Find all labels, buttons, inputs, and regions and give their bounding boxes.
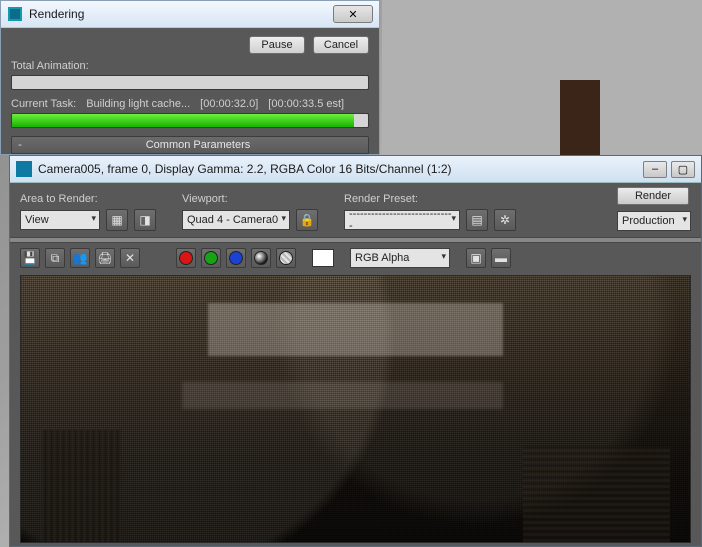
rendering-buttons: Pause Cancel — [11, 36, 369, 54]
toolbar-row-1: Area to Render: View ▦ ◨ Viewport: Quad … — [10, 183, 701, 237]
total-animation-label: Total Animation: — [11, 60, 369, 72]
common-parameters-title: Common Parameters — [28, 139, 368, 151]
clone-icon[interactable]: 👥 — [70, 248, 90, 268]
render-ceiling — [208, 303, 502, 356]
preset-settings-icon[interactable]: ✲ — [494, 209, 516, 231]
toolbar-row-2: 💾 ⧉ 👥 🖨 ✕ RGB Alpha ▣ ▬ — [10, 243, 701, 273]
render-button[interactable]: Render — [617, 187, 689, 205]
viewport-label: Viewport: — [182, 193, 318, 205]
lock-icon[interactable]: 🔒 — [296, 209, 318, 231]
mono-channel-button[interactable] — [251, 248, 271, 268]
minimize-icon: – — [652, 163, 658, 175]
preset-load-icon[interactable]: ▤ — [466, 209, 488, 231]
pause-button[interactable]: Pause — [249, 36, 305, 54]
region-selected-icon[interactable]: ▦ — [106, 209, 128, 231]
green-channel-icon — [204, 251, 218, 265]
render-output — [20, 275, 691, 543]
current-task-text: Building light cache... — [86, 98, 190, 110]
production-select[interactable]: Production — [617, 211, 691, 231]
common-parameters-header[interactable]: - Common Parameters — [11, 136, 369, 154]
close-button[interactable]: ✕ — [333, 5, 373, 23]
green-channel-button[interactable] — [201, 248, 221, 268]
render-preset-select[interactable]: ----------------------------- — [344, 210, 460, 230]
render-preset-group: Render Preset: -------------------------… — [344, 193, 516, 231]
window-controls: – ▢ — [643, 161, 695, 178]
toggle-frame-icon[interactable]: ▬ — [491, 248, 511, 268]
cancel-button[interactable]: Cancel — [313, 36, 369, 54]
current-task-elapsed: [00:00:32.0] — [200, 98, 258, 110]
rendering-dialog: Rendering ✕ Pause Cancel Total Animation… — [0, 0, 380, 155]
color-swatch[interactable] — [312, 249, 334, 267]
viewport-select[interactable]: Quad 4 - Camera0 — [182, 210, 290, 230]
current-task-fill — [12, 114, 354, 127]
framebuffer-body: Area to Render: View ▦ ◨ Viewport: Quad … — [10, 183, 701, 546]
copy-icon[interactable]: ⧉ — [45, 248, 65, 268]
current-task-label: Current Task: — [11, 98, 76, 110]
clear-icon[interactable]: ✕ — [120, 248, 140, 268]
minimize-button[interactable]: – — [643, 161, 667, 178]
rendering-title-bar: Rendering ✕ — [1, 1, 379, 28]
framebuffer-app-icon — [16, 161, 32, 177]
current-task-progress — [11, 113, 369, 128]
render-ceiling-2 — [182, 382, 503, 409]
region-blowup-icon[interactable]: ◨ — [134, 209, 156, 231]
rendering-title: Rendering — [29, 7, 333, 21]
viewport-group: Viewport: Quad 4 - Camera0 🔒 — [182, 193, 318, 231]
red-channel-button[interactable] — [176, 248, 196, 268]
bg-geometry — [382, 0, 702, 160]
toggle-overlay-icon[interactable]: ▣ — [466, 248, 486, 268]
red-channel-icon — [179, 251, 193, 265]
channel-select[interactable]: RGB Alpha — [350, 248, 450, 268]
render-column: Render Production — [617, 187, 691, 231]
total-animation-progress — [11, 75, 369, 90]
framebuffer-title: Camera005, frame 0, Display Gamma: 2.2, … — [38, 162, 643, 176]
app-icon — [7, 6, 23, 22]
mono-channel-icon — [254, 251, 268, 265]
print-icon[interactable]: 🖨 — [95, 248, 115, 268]
alpha-channel-icon — [279, 251, 293, 265]
current-task-estimated: [00:00:33.5 est] — [268, 98, 344, 110]
bg-column — [560, 80, 600, 160]
render-preset-label: Render Preset: — [344, 193, 516, 205]
alpha-channel-button[interactable] — [276, 248, 296, 268]
rendering-body: Pause Cancel Total Animation: Current Ta… — [1, 28, 379, 154]
blue-channel-icon — [229, 251, 243, 265]
framebuffer-window: Camera005, frame 0, Display Gamma: 2.2, … — [9, 155, 702, 547]
render-panel-right — [523, 446, 670, 542]
save-icon[interactable]: 💾 — [20, 248, 40, 268]
current-task-row: Current Task: Building light cache... [0… — [11, 98, 369, 110]
close-icon: ✕ — [348, 8, 357, 21]
blue-channel-button[interactable] — [226, 248, 246, 268]
render-panel-left — [41, 430, 121, 542]
collapse-icon: - — [12, 139, 28, 151]
area-to-render-select[interactable]: View — [20, 210, 100, 230]
maximize-icon: ▢ — [678, 163, 688, 176]
area-to-render-label: Area to Render: — [20, 193, 156, 205]
maximize-button[interactable]: ▢ — [671, 161, 695, 178]
area-to-render-group: Area to Render: View ▦ ◨ — [20, 193, 156, 231]
framebuffer-title-bar: Camera005, frame 0, Display Gamma: 2.2, … — [10, 156, 701, 183]
